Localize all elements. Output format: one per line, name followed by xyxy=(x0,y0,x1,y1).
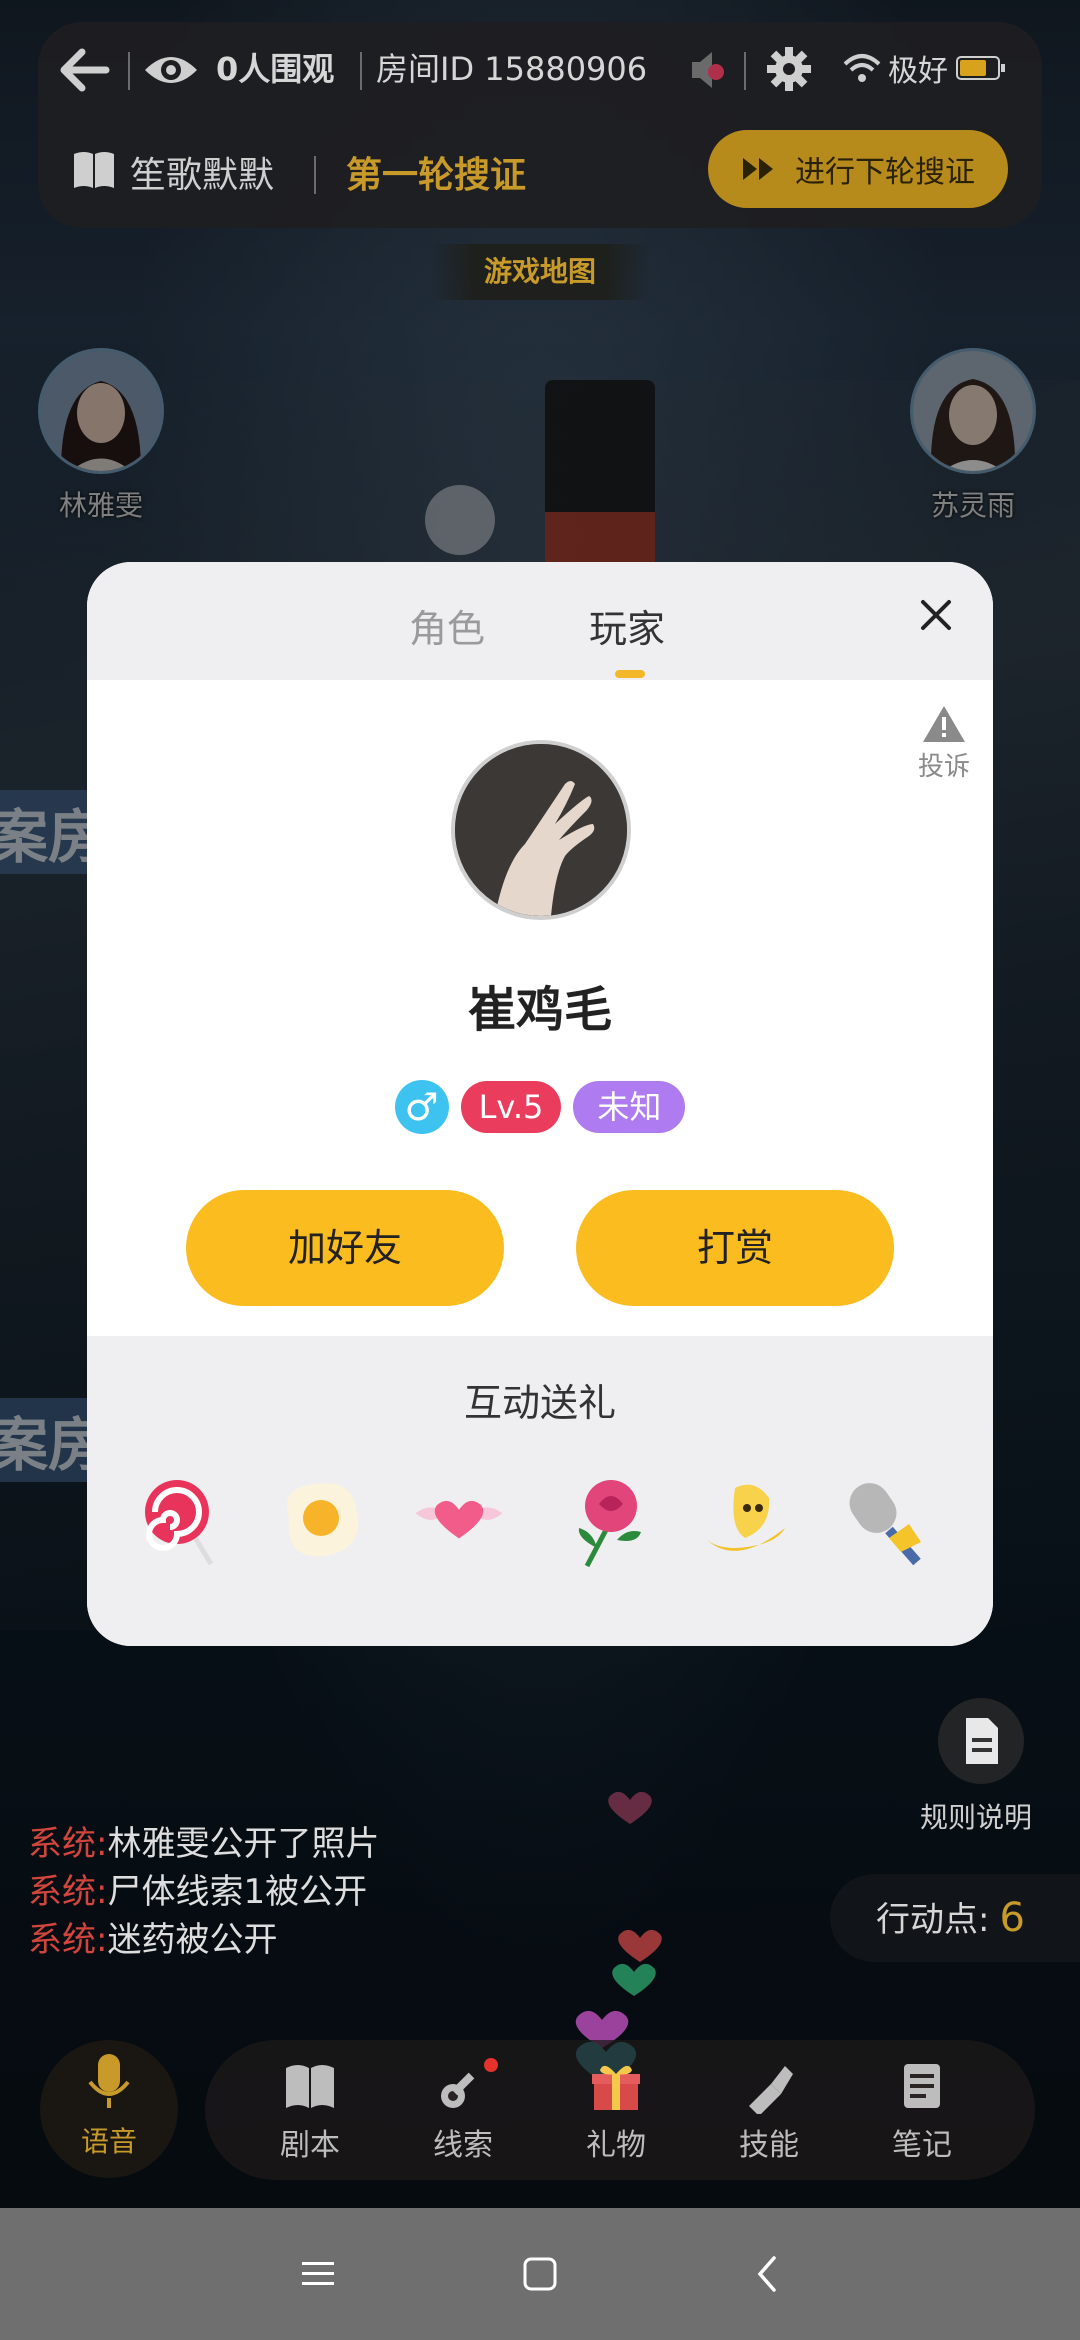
top-bar: 0人围观 房间ID 15880906 极好 笙歌默默 第一轮搜证 进行下轮搜证 xyxy=(38,22,1042,228)
nav-item-clues[interactable]: 线索 xyxy=(398,2058,528,2164)
winged-heart-icon[interactable] xyxy=(407,1468,511,1572)
chat-line: 系统:迷药被公开 xyxy=(28,1916,379,1964)
gift-section: 互动送礼 xyxy=(87,1336,993,1646)
nav-label: 技能 xyxy=(739,2128,799,2163)
book-icon xyxy=(74,152,114,188)
fried-egg-icon[interactable] xyxy=(269,1468,373,1572)
signal-quality: 极好 xyxy=(888,54,948,89)
tab-player[interactable]: 玩家 xyxy=(589,598,665,653)
hand-avatar-image xyxy=(455,744,627,916)
system-chat: 系统:林雅雯公开了照片 系统:尸体线索1被公开 系统:迷药被公开 xyxy=(28,1820,379,1964)
microphone-icon xyxy=(88,2054,130,2108)
chat-prefix: 系统: xyxy=(28,1872,108,1912)
rules-label[interactable]: 规则说明 xyxy=(920,1796,1032,1836)
system-nav-bar xyxy=(0,2208,1080,2340)
chat-line: 系统:林雅雯公开了照片 xyxy=(28,1820,379,1868)
game-map-tab[interactable]: 游戏地图 xyxy=(430,244,650,300)
level-badge: Lv.5 xyxy=(460,1081,562,1133)
gear-icon[interactable] xyxy=(766,46,812,92)
back-arrow-icon[interactable] xyxy=(60,46,110,94)
document-icon xyxy=(966,1718,998,1764)
action-points-label: 行动点: xyxy=(876,1900,990,1940)
chat-text: 迷药被公开 xyxy=(107,1920,278,1960)
script-name: 笙歌默默 xyxy=(130,155,275,196)
rules-button[interactable] xyxy=(938,1698,1024,1784)
modal-tab-bar: 角色 玩家 xyxy=(87,562,993,680)
floating-hearts-decoration xyxy=(575,1791,662,2080)
action-points-value: 6 xyxy=(999,1895,1025,1941)
divider xyxy=(128,52,130,90)
room-id: 房间ID 15880906 xyxy=(376,50,648,88)
active-tab-indicator xyxy=(615,670,645,678)
gift-title: 互动送礼 xyxy=(463,1381,616,1425)
next-round-label: 进行下轮搜证 xyxy=(795,155,975,190)
nav-label: 剧本 xyxy=(280,2128,340,2163)
player-profile-modal: 角色 玩家 投诉 崔鸡毛 ♂ Lv.5 未知 加好友 打赏 互动送礼 xyxy=(87,562,993,1646)
close-icon[interactable] xyxy=(919,598,953,632)
lollipop-icon[interactable] xyxy=(131,1468,235,1572)
chat-prefix: 系统: xyxy=(28,1824,108,1864)
wifi-icon xyxy=(843,54,881,82)
status-badge: 未知 xyxy=(573,1081,686,1133)
chat-prefix: 系统: xyxy=(28,1920,108,1960)
nav-item-notes[interactable]: 笔记 xyxy=(857,2058,987,2164)
nav-item-script[interactable]: 剧本 xyxy=(245,2058,375,2164)
speaker-muted-icon[interactable] xyxy=(688,48,728,92)
eye-icon xyxy=(145,57,197,83)
gift-box-icon xyxy=(592,2065,640,2110)
next-round-button[interactable]: 进行下轮搜证 xyxy=(708,130,1008,208)
warning-icon xyxy=(923,706,965,742)
nav-label: 线索 xyxy=(433,2128,493,2163)
player-name: 崔鸡毛 xyxy=(467,982,612,1038)
battery-icon xyxy=(956,56,1005,80)
fast-forward-icon xyxy=(743,158,773,180)
banana-icon[interactable] xyxy=(695,1468,799,1572)
game-phase: 第一轮搜证 xyxy=(346,155,527,196)
divider xyxy=(314,156,316,194)
nav-item-skills[interactable]: 技能 xyxy=(704,2058,834,2164)
nav-label: 笔记 xyxy=(892,2128,952,2163)
home-icon[interactable] xyxy=(520,2254,560,2294)
voice-label: 语音 xyxy=(80,2125,137,2158)
menu-icon[interactable] xyxy=(298,2254,338,2294)
voice-button[interactable]: 语音 xyxy=(40,2040,178,2178)
add-friend-button[interactable]: 加好友 xyxy=(186,1190,504,1306)
chat-text: 尸体线索1被公开 xyxy=(107,1872,368,1912)
notes-icon xyxy=(904,2064,940,2108)
skill-icon xyxy=(749,2066,793,2114)
chat-text: 林雅雯公开了照片 xyxy=(107,1824,380,1864)
report-button[interactable]: 投诉 xyxy=(909,704,979,783)
action-points: 行动点: 6 xyxy=(830,1874,1080,1962)
tab-role[interactable]: 角色 xyxy=(409,598,485,653)
tip-button[interactable]: 打赏 xyxy=(576,1190,894,1306)
microphone-icon[interactable] xyxy=(833,1468,937,1572)
notification-dot xyxy=(484,2058,498,2072)
book-icon xyxy=(286,2065,334,2108)
chat-line: 系统:尸体线索1被公开 xyxy=(28,1868,379,1916)
player-badges: ♂ Lv.5 未知 xyxy=(87,1080,993,1134)
nav-item-gifts[interactable]: 礼物 xyxy=(551,2058,681,2164)
bottom-nav-bar: 剧本 线索 礼物 技能 笔记 xyxy=(205,2040,1035,2180)
key-icon xyxy=(441,2072,475,2108)
divider xyxy=(744,52,746,90)
male-gender-icon: ♂ xyxy=(394,1080,449,1134)
rose-icon[interactable] xyxy=(557,1468,661,1572)
divider xyxy=(360,52,362,90)
watcher-count: 0人围观 xyxy=(216,50,335,88)
back-icon[interactable] xyxy=(748,2254,788,2294)
player-avatar xyxy=(451,740,631,920)
report-label: 投诉 xyxy=(917,752,970,782)
nav-label: 礼物 xyxy=(586,2128,646,2163)
